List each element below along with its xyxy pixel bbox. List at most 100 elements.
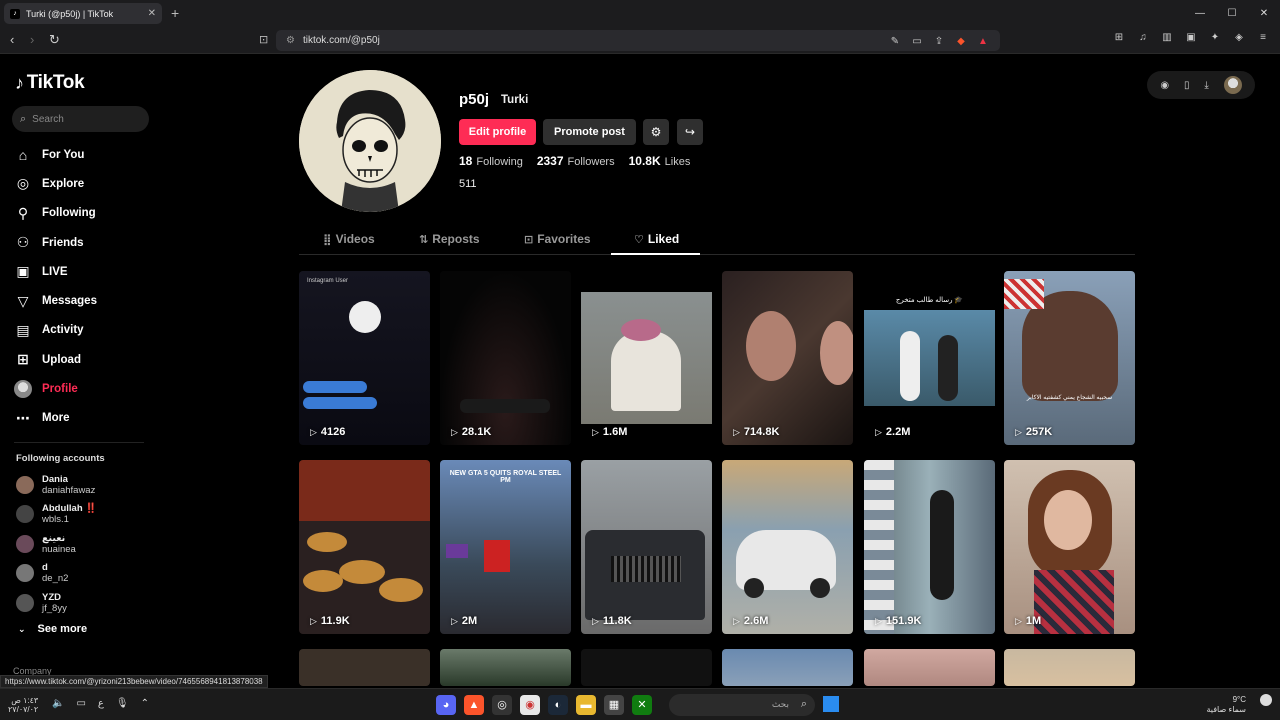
share-profile-icon[interactable]: ↪ (677, 119, 703, 145)
tab-liked[interactable]: ♡ Liked (634, 232, 679, 246)
wheel-shape (810, 578, 830, 598)
screenshot-icon[interactable]: ⊞ (1110, 32, 1128, 48)
wallet-icon[interactable]: ▣ (1182, 32, 1200, 48)
site-info-icon[interactable]: ⚙ (286, 35, 295, 46)
brave-rewards-icon[interactable]: ▲ (974, 33, 992, 51)
video-tile[interactable]: NEW GTA 5 QUITS ROYAL STEEL PM ▷ 2M (440, 460, 571, 634)
following-account-item[interactable]: d de_n2 (16, 559, 97, 589)
video-tile[interactable] (581, 649, 712, 686)
minimize-button[interactable]: — (1184, 0, 1216, 27)
new-tab-button[interactable]: + (171, 5, 179, 21)
sidebar-item-following[interactable]: ⚲ Following (14, 199, 97, 228)
leo-icon[interactable]: ✦ (1206, 32, 1224, 48)
video-tile[interactable]: ▷ 1.6M (581, 271, 712, 445)
video-tile[interactable]: ▷ 2.6M (722, 460, 853, 634)
brave-icon[interactable]: ▲ (464, 695, 484, 715)
search-box[interactable]: ⌕ (12, 106, 149, 132)
see-more-button[interactable]: ⌄ See more (18, 623, 87, 635)
headscarf (1004, 279, 1044, 309)
maximize-button[interactable]: ☐ (1216, 0, 1248, 27)
search-input[interactable] (32, 113, 133, 125)
video-tile[interactable] (299, 649, 430, 686)
video-tile[interactable]: رساله طالب متخرج 🎓 ▷ 2.2M (864, 271, 995, 445)
app-icon[interactable]: ◎ (492, 695, 512, 715)
music-icon[interactable]: ♫ (1134, 32, 1152, 48)
download-icon[interactable]: ⤓ (1204, 80, 1208, 91)
video-tile[interactable] (864, 649, 995, 686)
translate-icon[interactable]: ✎ (886, 33, 904, 51)
sidebar-item-more[interactable]: ⋯ More (14, 404, 97, 433)
following-account-item[interactable]: YZD jf_8yy (16, 588, 97, 618)
sidebar-item-activity[interactable]: ▤ Activity (14, 316, 97, 345)
language-icon[interactable]: ع (98, 698, 104, 709)
video-tile[interactable] (1004, 649, 1135, 686)
share-icon[interactable]: ⇪ (930, 33, 948, 51)
weather-widget[interactable]: 9°C سماء صافية (1206, 695, 1246, 715)
coin-icon[interactable]: ◉ (1160, 80, 1169, 91)
network-icon[interactable]: ▭ (76, 698, 85, 709)
following-stat[interactable]: 18 Following (459, 154, 523, 168)
promote-post-button[interactable]: Promote post (543, 119, 636, 145)
sidebar-item-upload[interactable]: ⊞ Upload (14, 345, 97, 374)
bookmark-icon[interactable]: ⊡ (259, 33, 268, 46)
following-account-item[interactable]: نعينع nuainea (16, 529, 97, 559)
tab-close-icon[interactable]: ✕ (148, 8, 156, 19)
volume-icon[interactable]: 🔈 (52, 698, 64, 709)
followers-stat[interactable]: 2337 Followers (537, 154, 615, 168)
sidebar-item-live[interactable]: ▣ LIVE (14, 257, 97, 286)
video-tile[interactable]: ▷ 28.1K (440, 271, 571, 445)
sidebar-item-messages[interactable]: ▽ Messages (14, 286, 97, 315)
vpn-icon[interactable]: ◈ (1230, 32, 1248, 48)
discord-icon[interactable]: ◕ (436, 695, 456, 715)
windows-start-icon[interactable] (823, 696, 839, 712)
clock[interactable]: ١:٤٣ ص ٢٧/٠٧/٠٢ (8, 696, 38, 714)
skull-portrait-icon (299, 70, 441, 212)
video-tile[interactable]: ▷ 714.8K (722, 271, 853, 445)
profile-avatar-large[interactable] (299, 70, 441, 212)
edit-profile-button[interactable]: Edit profile (459, 119, 536, 145)
sidebar-item-explore[interactable]: ◎ Explore (14, 169, 97, 198)
settings-gear-icon[interactable]: ⚙ (643, 119, 669, 145)
account-name: نعينع (42, 532, 66, 544)
tab-videos[interactable]: ⣿ Videos (323, 232, 375, 246)
tab-favorites[interactable]: ⊡ Favorites (524, 232, 591, 246)
mic-icon[interactable]: 🎙 (116, 698, 129, 709)
folder-icon[interactable]: ▬ (576, 695, 596, 715)
reload-icon[interactable]: ↻ (49, 32, 60, 48)
view-count: ▷ 4126 (310, 426, 345, 438)
store-icon[interactable]: ▦ (604, 695, 624, 715)
brave-shield-icon[interactable]: ◆ (952, 33, 970, 51)
sidebar-item-for-you[interactable]: ⌂ For You (14, 140, 97, 169)
tab-reposts[interactable]: ⇅ Reposts (419, 232, 480, 246)
avatar[interactable] (1223, 76, 1242, 94)
browser-tab[interactable]: ♪ Turki (@p50j) | TikTok ✕ (4, 3, 162, 24)
video-tile[interactable]: ▷ 11.8K (581, 460, 712, 634)
following-account-item[interactable]: Dania daniahfawaz (16, 470, 97, 500)
video-tile[interactable]: Instagram User ▷ 4126 (299, 271, 430, 445)
forward-icon[interactable]: › (30, 32, 34, 47)
video-tile[interactable]: ▷ 11.9K (299, 460, 430, 634)
cast-icon[interactable]: ▭ (908, 33, 926, 51)
view-count-text: 28.1K (461, 426, 492, 438)
close-window-button[interactable]: ✕ (1248, 0, 1280, 27)
following-account-item[interactable]: Abdullah ‼️ wbls.1 (16, 500, 97, 530)
taskbar-search[interactable]: بحث ⌕ (669, 694, 815, 716)
sidebar-icon[interactable]: ▥ (1158, 32, 1176, 48)
menu-icon[interactable]: ≡ (1254, 32, 1272, 48)
video-tile[interactable]: ▷ 1M (1004, 460, 1135, 634)
chrome-icon[interactable]: ◉ (520, 695, 540, 715)
video-tile[interactable]: سحبيه الشجاع يمني كشفتيه الاكابر ▷ 257K (1004, 271, 1135, 445)
device-icon[interactable]: ▯ (1184, 80, 1190, 91)
tiktok-logo[interactable]: ♪ TikTok (15, 72, 85, 94)
sidebar-item-friends[interactable]: ⚇ Friends (14, 228, 97, 257)
play-icon: ▷ (451, 426, 458, 437)
video-tile[interactable] (722, 649, 853, 686)
url-field[interactable]: ⚙ tiktok.com/@p50j ✎ ▭ ⇪ ◆ ▲ (276, 30, 1000, 51)
chevron-up-icon[interactable]: ⌃ (141, 698, 149, 709)
steam-icon[interactable]: ◐ (548, 695, 568, 715)
back-icon[interactable]: ‹ (10, 32, 14, 47)
xbox-icon[interactable]: ✕ (632, 695, 652, 715)
sidebar-item-profile[interactable]: Profile (14, 374, 97, 403)
video-tile[interactable] (440, 649, 571, 686)
video-tile[interactable]: ▷ 151.9K (864, 460, 995, 634)
